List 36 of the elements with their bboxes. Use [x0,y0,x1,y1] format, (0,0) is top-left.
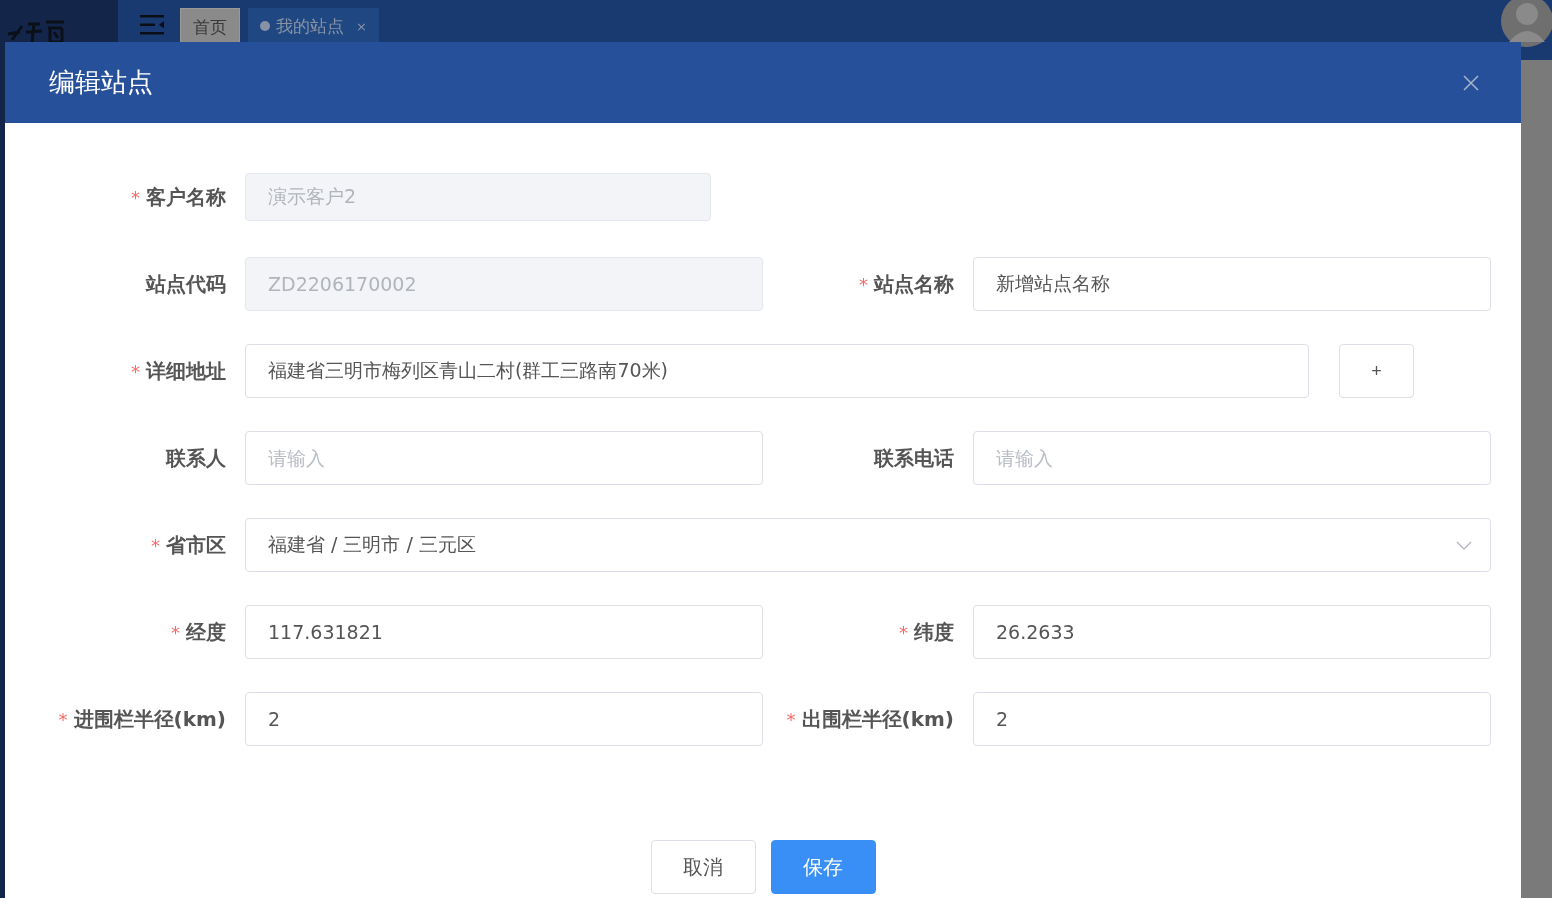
input-field[interactable]: 请输入 [245,431,763,485]
field-label: 联系人 [166,444,226,472]
field-label: 省市区 [166,531,226,559]
required-mark: * [131,360,140,382]
required-mark: * [899,621,908,643]
close-icon[interactable] [1463,74,1479,91]
required-mark: * [786,708,796,730]
add-button[interactable]: + [1339,344,1414,398]
field-label: 出围栏半径(km) [801,705,954,733]
field-label: 详细地址 [146,357,226,385]
input-field[interactable]: 请输入 [973,431,1491,485]
required-mark: * [151,534,160,556]
required-mark: * [131,186,140,208]
required-mark: * [58,708,68,730]
cancel-button[interactable]: 取消 [650,840,756,894]
input-field[interactable]: 117.631821 [245,605,763,659]
select-field[interactable]: 福建省 / 三明市 / 三元区 [245,518,1491,572]
input-field[interactable]: 新增站点名称 [973,257,1491,311]
required-mark: * [171,621,180,643]
field-label: 纬度 [914,618,954,646]
input-field[interactable]: 2 [973,692,1491,746]
input-field[interactable]: 26.2633 [973,605,1491,659]
field-label: 站点代码 [146,270,226,298]
menu-icon[interactable] [140,15,164,35]
field-label: 进围栏半径(km) [73,705,226,733]
avatar-icon[interactable] [1500,0,1552,50]
dot-icon [260,21,270,31]
dialog-title: 编辑站点 [49,66,153,99]
field-label: 客户名称 [146,183,226,211]
field-label: 站点名称 [874,270,954,298]
field-label: 联系电话 [874,444,954,472]
chevron-down-icon [1456,540,1472,550]
field-label: 经度 [186,618,226,646]
required-mark: * [859,273,868,295]
input-field[interactable]: 福建省三明市梅列区青山二村(群工三路南70米) [245,344,1309,398]
input-field[interactable]: 2 [245,692,763,746]
